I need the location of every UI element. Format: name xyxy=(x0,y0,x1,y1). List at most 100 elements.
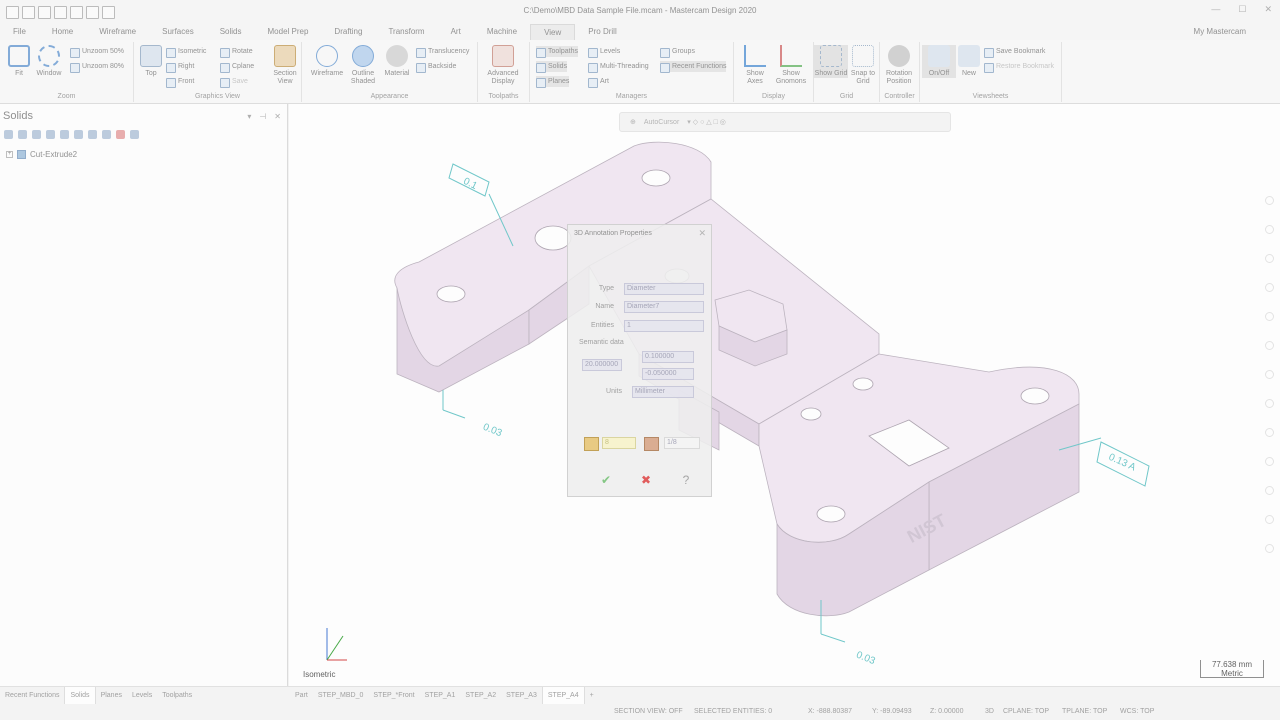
tab-wireframe[interactable]: Wireframe xyxy=(86,24,149,40)
ok-button[interactable]: ✔ xyxy=(596,472,616,488)
rotate-button[interactable]: Rotate xyxy=(220,46,253,58)
show-grid-button[interactable]: Show Grid xyxy=(814,45,848,78)
tool-icon-12[interactable] xyxy=(1265,515,1274,524)
art-manager-toggle[interactable]: Art xyxy=(588,76,609,88)
unzoom-80-button[interactable]: Unzoom 80% xyxy=(70,61,124,73)
tab-model-prep[interactable]: Model Prep xyxy=(255,24,322,40)
tab-machine[interactable]: Machine xyxy=(474,24,530,40)
panel-dropdown-icon[interactable]: ▾ xyxy=(247,112,251,121)
tab-file[interactable]: File xyxy=(0,24,39,40)
multi-threading-toggle[interactable]: Multi-Threading xyxy=(588,61,649,73)
sheet-tab-front[interactable]: STEP_*Front xyxy=(368,687,419,705)
type-field[interactable]: Diameter xyxy=(624,283,704,295)
mode-2d-3d[interactable]: 3D xyxy=(985,708,994,715)
help-button[interactable]: ? xyxy=(676,472,696,488)
wcs-status[interactable]: WCS: TOP xyxy=(1120,708,1154,715)
backside-button[interactable]: Backside xyxy=(416,61,456,73)
tab-recent-functions[interactable]: Recent Functions xyxy=(0,687,64,705)
regen-dirty-icon[interactable] xyxy=(18,130,27,139)
nominal-field[interactable]: 20.000000 xyxy=(582,359,622,371)
text-style-icon[interactable] xyxy=(584,437,599,451)
tool-icon-8[interactable] xyxy=(1265,399,1274,408)
snap-to-grid-button[interactable]: Snap to Grid xyxy=(846,45,880,86)
fit-button[interactable]: Fit xyxy=(2,45,36,78)
solids-manager-toggle[interactable]: Solids xyxy=(536,61,568,73)
translucency-button[interactable]: Translucency xyxy=(416,46,469,58)
outline-shaded-button[interactable]: Outline Shaded xyxy=(346,45,380,86)
wireframe-button[interactable]: Wireframe xyxy=(310,45,344,78)
lower-tolerance-field[interactable]: -0.050000 xyxy=(642,368,694,380)
delete-icon[interactable] xyxy=(116,130,125,139)
my-mastercam-link[interactable]: My Mastercam xyxy=(1194,27,1246,36)
secondary-field[interactable]: 1/8 xyxy=(664,437,700,449)
help-icon[interactable] xyxy=(130,130,139,139)
undo-solid-icon[interactable] xyxy=(46,130,55,139)
select-icon[interactable] xyxy=(32,130,41,139)
tab-solids[interactable]: Solids xyxy=(207,24,255,40)
autocursor-label[interactable]: AutoCursor xyxy=(644,119,679,126)
tplane-status[interactable]: TPLANE: TOP xyxy=(1062,708,1107,715)
sheet-tab-part[interactable]: Part xyxy=(290,687,313,705)
tab-home[interactable]: Home xyxy=(39,24,86,40)
groups-manager-toggle[interactable]: Groups xyxy=(660,46,695,58)
cancel-button[interactable]: ✖ xyxy=(636,472,656,488)
tab-toolpaths-manager[interactable]: Toolpaths xyxy=(157,687,197,705)
material-button[interactable]: Material xyxy=(380,45,414,78)
sheet-tab-a2[interactable]: STEP_A2 xyxy=(460,687,501,705)
tool-icon-4[interactable] xyxy=(1265,283,1274,292)
graphics-viewport[interactable]: .top { fill: #f0e6f1; stroke: #b8aebb; s… xyxy=(289,104,1280,686)
panel-close-icon[interactable]: ✕ xyxy=(274,112,281,121)
save-view-button[interactable]: Save xyxy=(220,76,248,88)
tab-pro-drill[interactable]: Pro Drill xyxy=(575,24,629,40)
sheet-tab-mbd0[interactable]: STEP_MBD_0 xyxy=(313,687,369,705)
tool-icon-2[interactable] xyxy=(1265,225,1274,234)
selection-options-icon[interactable]: ▾ ◇ ○ △ □ ◎ xyxy=(687,118,726,126)
recent-functions-toggle[interactable]: Recent Functions xyxy=(660,61,727,73)
add-sheet-button[interactable]: + xyxy=(585,687,599,705)
tab-surfaces[interactable]: Surfaces xyxy=(149,24,207,40)
autocursor-icon[interactable]: ⊕ xyxy=(630,118,636,126)
show-axes-button[interactable]: Show Axes xyxy=(738,45,772,86)
tool-icon-5[interactable] xyxy=(1265,312,1274,321)
unzoom-50-button[interactable]: Unzoom 50% xyxy=(70,46,124,58)
expand-tree-icon[interactable] xyxy=(74,130,83,139)
tree-item[interactable]: + Cut-Extrude2 xyxy=(6,150,77,159)
save-bookmark-button[interactable]: Save Bookmark xyxy=(984,46,1045,58)
tool-icon-9[interactable] xyxy=(1265,428,1274,437)
tab-art[interactable]: Art xyxy=(438,24,474,40)
section-view-status[interactable]: SECTION VIEW: OFF xyxy=(614,708,683,715)
panel-pin-icon[interactable]: ⊣ xyxy=(259,112,266,121)
window-zoom-button[interactable]: Window xyxy=(32,45,66,78)
isometric-button[interactable]: Isometric xyxy=(166,46,206,58)
right-view-button[interactable]: Right xyxy=(166,61,194,73)
tab-solids-manager[interactable]: Solids xyxy=(64,686,96,705)
sheet-tab-a4[interactable]: STEP_A4 xyxy=(541,687,585,705)
cplane-status[interactable]: CPLANE: TOP xyxy=(1003,708,1049,715)
tool-icon-1[interactable] xyxy=(1265,196,1274,205)
stop-op-icon[interactable] xyxy=(102,130,111,139)
section-view-button[interactable]: Section View xyxy=(268,45,302,86)
tab-drafting[interactable]: Drafting xyxy=(321,24,375,40)
tree-expand-icon[interactable]: + xyxy=(6,151,13,158)
sheet-tab-a3[interactable]: STEP_A3 xyxy=(501,687,542,705)
tab-planes-manager[interactable]: Planes xyxy=(96,687,127,705)
tool-icon-13[interactable] xyxy=(1265,544,1274,553)
close-icon[interactable]: ✕ xyxy=(1264,4,1272,15)
redo-solid-icon[interactable] xyxy=(60,130,69,139)
tool-icon-7[interactable] xyxy=(1265,370,1274,379)
planes-manager-toggle[interactable]: Planes xyxy=(536,76,570,88)
z-coordinate[interactable]: Z: 0.00000 xyxy=(930,708,963,715)
new-viewsheet-button[interactable]: New xyxy=(952,45,986,78)
collapse-tree-icon[interactable] xyxy=(88,130,97,139)
selection-toolbar[interactable]: ⊕ AutoCursor ▾ ◇ ○ △ □ ◎ xyxy=(619,112,951,132)
entities-field[interactable]: 1 xyxy=(624,320,704,332)
frame-style-icon[interactable] xyxy=(644,437,659,451)
tool-icon-11[interactable] xyxy=(1265,486,1274,495)
tool-icon-10[interactable] xyxy=(1265,457,1274,466)
units-field[interactable]: Millimeter xyxy=(632,386,694,398)
x-coordinate[interactable]: X: -888.80387 xyxy=(808,708,852,715)
upper-tolerance-field[interactable]: 0.100000 xyxy=(642,351,694,363)
tab-transform[interactable]: Transform xyxy=(375,24,437,40)
maximize-icon[interactable]: ☐ xyxy=(1238,4,1246,15)
name-field[interactable]: Diameter7 xyxy=(624,301,704,313)
